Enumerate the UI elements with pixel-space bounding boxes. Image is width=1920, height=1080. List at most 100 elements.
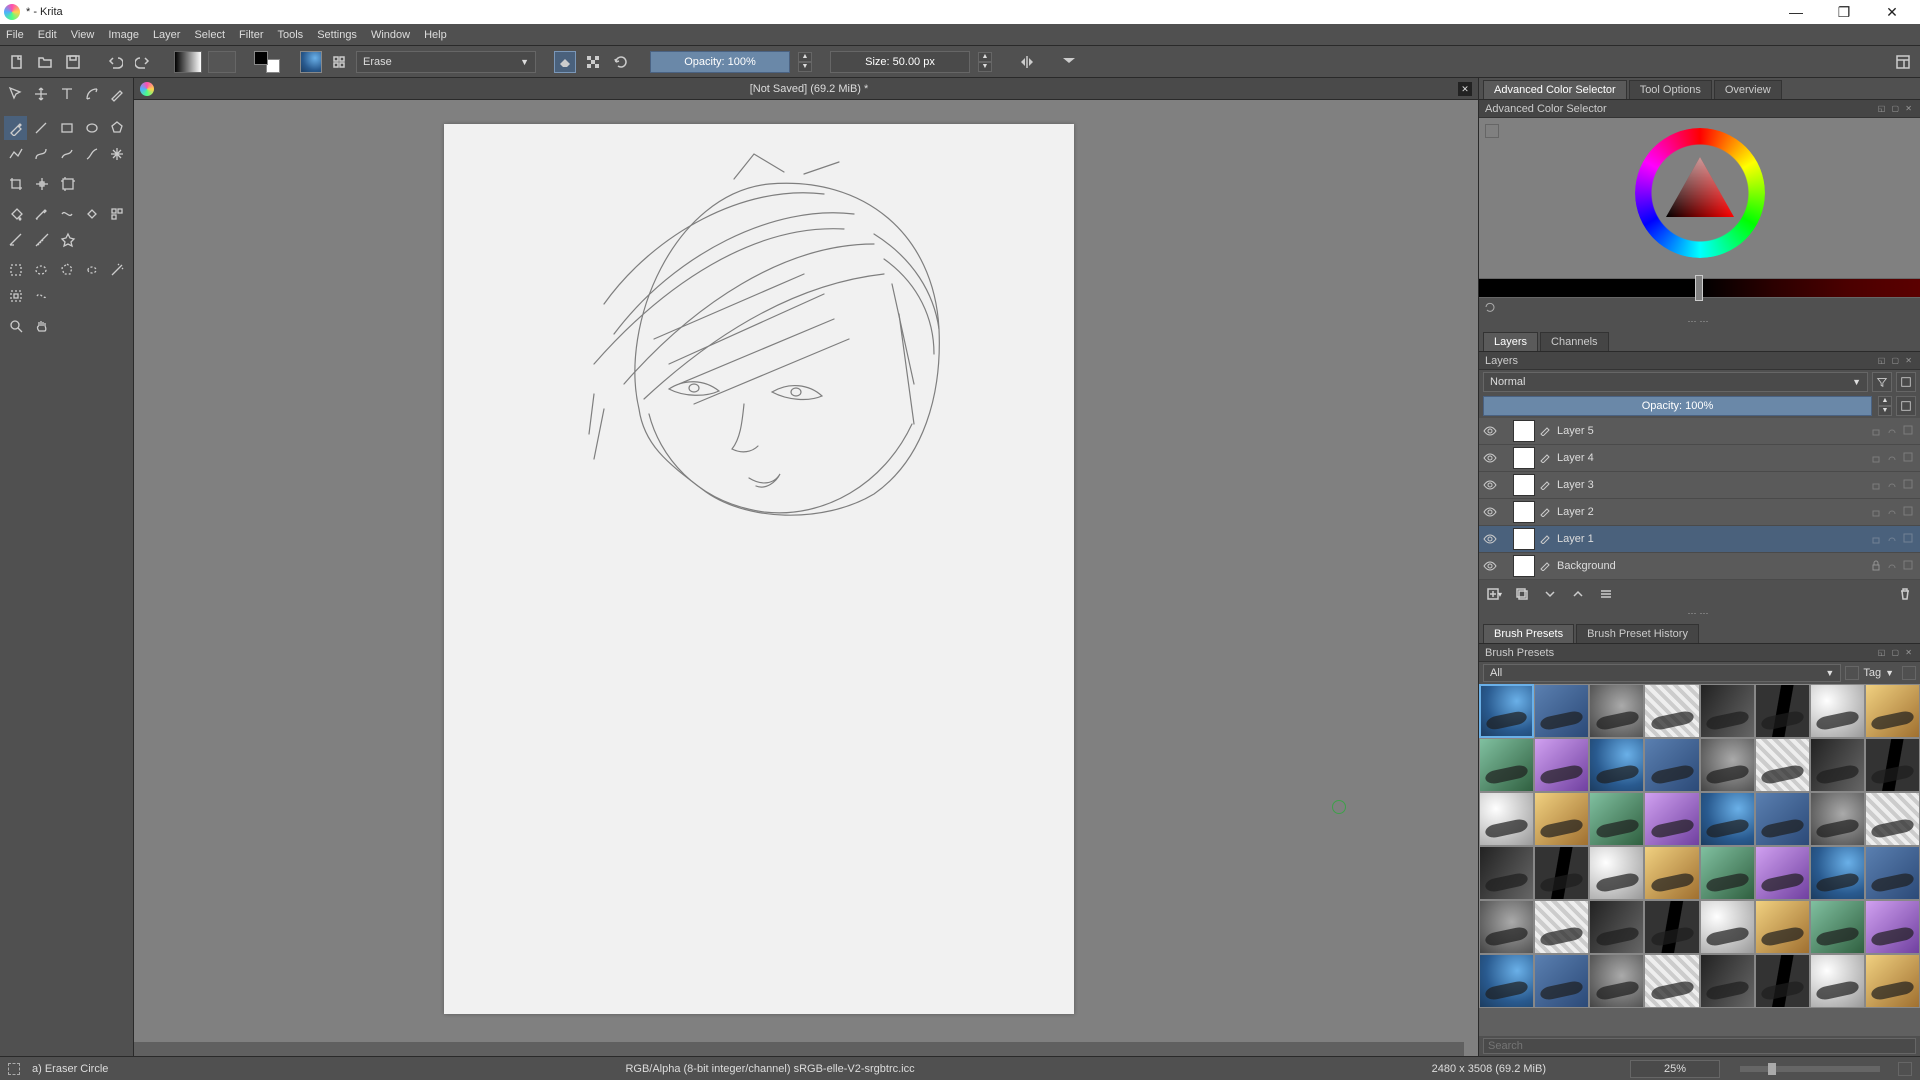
brush-preset-item[interactable] bbox=[1479, 792, 1534, 846]
layer-visibility-toggle[interactable] bbox=[1483, 532, 1497, 546]
color-dropdown-icon[interactable] bbox=[1485, 124, 1499, 138]
lock-icon[interactable] bbox=[1870, 424, 1884, 438]
brush-preset-item[interactable] bbox=[1534, 738, 1589, 792]
close-button[interactable]: ✕ bbox=[1876, 4, 1908, 21]
layer-expand-button[interactable] bbox=[1896, 372, 1916, 392]
brush-preset-item[interactable] bbox=[1700, 900, 1755, 954]
brush-preset-item[interactable] bbox=[1755, 738, 1810, 792]
maximize-button[interactable]: ❐ bbox=[1828, 4, 1860, 21]
bg-color[interactable] bbox=[266, 59, 280, 73]
brush-tag-dropdown[interactable]: All ▼ bbox=[1483, 664, 1841, 682]
move-layer-down-button[interactable] bbox=[1539, 583, 1561, 605]
layer-row[interactable]: Layer 4 bbox=[1479, 445, 1920, 472]
brush-preset-item[interactable] bbox=[1865, 900, 1920, 954]
size-slider[interactable]: Size: 50.00 px bbox=[830, 51, 970, 73]
lock-icon[interactable] bbox=[1870, 559, 1884, 573]
panel-separator[interactable]: ⋯⋯ bbox=[1479, 608, 1920, 622]
opacity-slider[interactable]: Opacity: 100% bbox=[650, 51, 790, 73]
freehand-select-tool[interactable] bbox=[80, 258, 103, 282]
mirror-horizontal-button[interactable] bbox=[1016, 51, 1038, 73]
alpha-inherit-icon[interactable] bbox=[1902, 478, 1916, 492]
zoom-slider[interactable] bbox=[1740, 1066, 1880, 1072]
brush-preset-item[interactable] bbox=[1534, 684, 1589, 738]
brush-preset-item[interactable] bbox=[1479, 954, 1534, 1008]
brush-grid-options[interactable] bbox=[1902, 666, 1916, 680]
add-layer-button[interactable]: ▾ bbox=[1483, 583, 1505, 605]
brush-preset-item[interactable] bbox=[1700, 846, 1755, 900]
move-tool[interactable] bbox=[29, 82, 52, 106]
brush-preset-item[interactable] bbox=[1644, 846, 1699, 900]
layer-opacity-slider[interactable]: Opacity: 100% bbox=[1483, 396, 1872, 416]
opacity-spinner[interactable]: ▲▼ bbox=[798, 52, 812, 72]
menu-file[interactable]: File bbox=[6, 29, 24, 41]
menu-window[interactable]: Window bbox=[371, 29, 410, 41]
move-layer-up-button[interactable] bbox=[1567, 583, 1589, 605]
layer-blend-mode-dropdown[interactable]: Normal ▼ bbox=[1483, 372, 1868, 392]
menu-layer[interactable]: Layer bbox=[153, 29, 181, 41]
brush-preset-item[interactable] bbox=[1700, 792, 1755, 846]
menu-settings[interactable]: Settings bbox=[317, 29, 357, 41]
panel-controls[interactable]: ◱ ▢ ✕ bbox=[1878, 104, 1914, 113]
brush-preset-item[interactable] bbox=[1755, 900, 1810, 954]
layer-row[interactable]: Background bbox=[1479, 553, 1920, 580]
brush-preset-button[interactable] bbox=[300, 51, 322, 73]
horizontal-scrollbar[interactable] bbox=[134, 1042, 1464, 1056]
color-wheel[interactable] bbox=[1635, 128, 1765, 258]
freehand-brush-tool[interactable] bbox=[4, 116, 27, 140]
lock-icon[interactable] bbox=[1870, 532, 1884, 546]
lock-icon[interactable] bbox=[1870, 451, 1884, 465]
tab-channels[interactable]: Channels bbox=[1540, 332, 1608, 351]
layer-opacity-spinner[interactable]: ▲▼ bbox=[1878, 396, 1892, 416]
measure-tool[interactable] bbox=[30, 228, 54, 252]
alpha-inherit-icon[interactable] bbox=[1902, 532, 1916, 546]
canvas-viewport[interactable] bbox=[134, 100, 1478, 1056]
polygon-select-tool[interactable] bbox=[55, 258, 78, 282]
delete-layer-button[interactable] bbox=[1894, 583, 1916, 605]
color-triangle[interactable] bbox=[1659, 152, 1741, 234]
brush-preset-item[interactable] bbox=[1700, 954, 1755, 1008]
alpha-inherit-icon[interactable] bbox=[1902, 559, 1916, 573]
polyline-tool[interactable] bbox=[4, 142, 27, 166]
close-document-button[interactable]: ✕ bbox=[1458, 82, 1472, 96]
save-file-button[interactable] bbox=[62, 51, 84, 73]
menu-edit[interactable]: Edit bbox=[38, 29, 57, 41]
menu-help[interactable]: Help bbox=[424, 29, 447, 41]
crop-tool[interactable] bbox=[4, 172, 28, 196]
layer-row[interactable]: Layer 1 bbox=[1479, 526, 1920, 553]
rect-select-tool[interactable] bbox=[4, 258, 27, 282]
ellipse-tool[interactable] bbox=[80, 116, 103, 140]
tab-tool-options[interactable]: Tool Options bbox=[1629, 80, 1712, 99]
brush-preset-item[interactable] bbox=[1644, 954, 1699, 1008]
tab-color-selector[interactable]: Advanced Color Selector bbox=[1483, 80, 1627, 99]
layer-name[interactable]: Layer 5 bbox=[1557, 425, 1866, 437]
tab-overview[interactable]: Overview bbox=[1714, 80, 1782, 99]
multibrush-tool[interactable] bbox=[106, 142, 129, 166]
brush-preset-item[interactable] bbox=[1534, 954, 1589, 1008]
menu-filter[interactable]: Filter bbox=[239, 29, 263, 41]
brush-preset-item[interactable] bbox=[1810, 846, 1865, 900]
contiguous-select-tool[interactable] bbox=[4, 284, 28, 308]
brush-preset-item[interactable] bbox=[1810, 900, 1865, 954]
menu-image[interactable]: Image bbox=[108, 29, 139, 41]
tab-brush-history[interactable]: Brush Preset History bbox=[1576, 624, 1699, 643]
layer-filter-button[interactable] bbox=[1872, 372, 1892, 392]
layer-properties-button[interactable] bbox=[1595, 583, 1617, 605]
pan-tool[interactable] bbox=[30, 314, 54, 338]
pattern-edit-tool[interactable] bbox=[106, 202, 129, 226]
layer-row[interactable]: Layer 3 bbox=[1479, 472, 1920, 499]
brush-preset-item[interactable] bbox=[1865, 954, 1920, 1008]
reload-preset-button[interactable] bbox=[610, 51, 632, 73]
alpha-icon[interactable] bbox=[1886, 559, 1900, 573]
mirror-vertical-button[interactable] bbox=[1058, 51, 1080, 73]
pattern-swatch[interactable] bbox=[208, 51, 236, 73]
layer-opacity-expand-button[interactable] bbox=[1896, 396, 1916, 416]
edit-shapes-tool[interactable] bbox=[80, 82, 103, 106]
brush-preset-item[interactable] bbox=[1534, 792, 1589, 846]
brush-preset-item[interactable] bbox=[1865, 684, 1920, 738]
new-file-button[interactable] bbox=[6, 51, 28, 73]
gradient-tool[interactable] bbox=[80, 202, 103, 226]
brush-preset-item[interactable] bbox=[1755, 684, 1810, 738]
assistant-tool[interactable] bbox=[4, 228, 28, 252]
brush-preset-item[interactable] bbox=[1700, 684, 1755, 738]
fg-bg-color-swatch[interactable] bbox=[254, 51, 280, 73]
